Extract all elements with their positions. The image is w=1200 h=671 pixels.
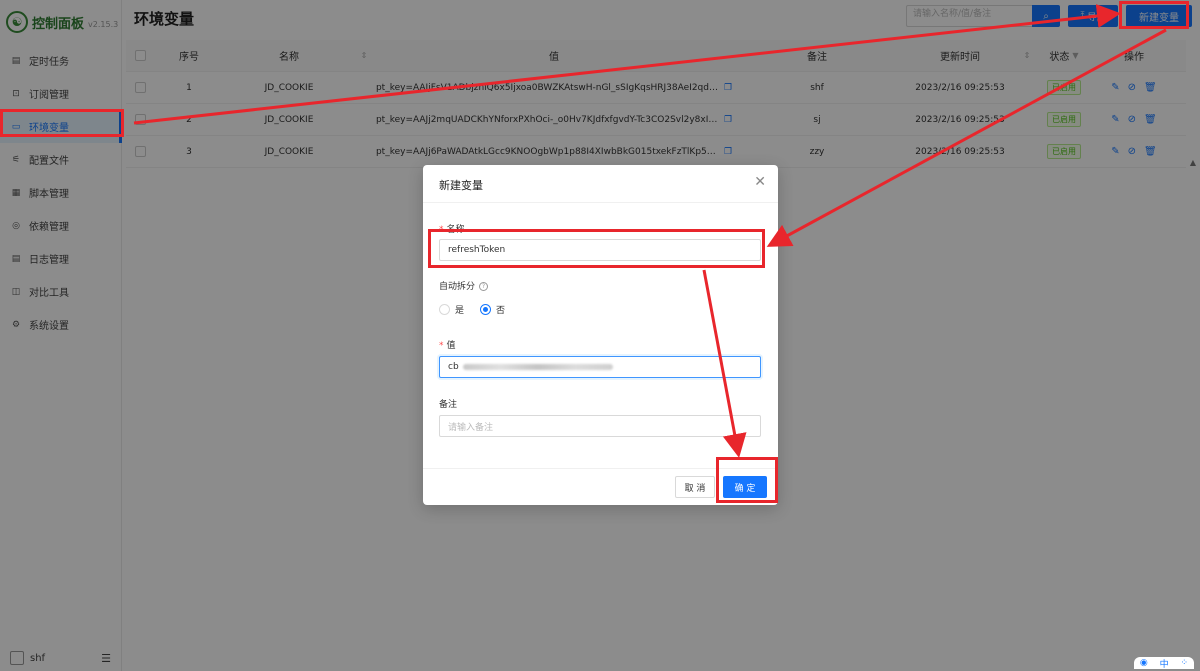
ime-language: 中	[1159, 659, 1169, 670]
annotation-box-name-input	[428, 229, 765, 268]
split-label: 自动拆分?	[439, 279, 489, 292]
annotation-box-env-menu	[0, 109, 124, 137]
value-text: cb	[448, 362, 459, 372]
ime-logo-icon: ◉	[1139, 658, 1148, 668]
close-icon[interactable]: ✕	[754, 174, 766, 190]
split-option-no[interactable]: 否	[480, 303, 505, 316]
annotation-box-ok-button	[716, 457, 778, 503]
value-input[interactable]: cb	[439, 356, 761, 378]
help-icon[interactable]: ?	[479, 282, 489, 291]
value-label: * 值	[439, 341, 456, 351]
annotation-box-new-button	[1119, 1, 1189, 29]
split-option-yes[interactable]: 是	[439, 303, 464, 316]
ime-settings-icon: ⁘	[1180, 658, 1189, 668]
remark-input[interactable]: 请输入备注	[439, 415, 761, 437]
blurred-value	[462, 364, 613, 370]
new-variable-modal: 新建变量 ✕ * 名称 refreshToken 自动拆分? 是 否 * 值 cb …	[423, 165, 778, 505]
split-radio-group: 是 否	[439, 303, 505, 316]
ime-indicator[interactable]: ◉ 中 ⁘	[1134, 657, 1194, 670]
remark-label: 备注	[439, 400, 458, 410]
modal-title: 新建变量	[439, 179, 483, 192]
modal-divider	[423, 202, 778, 203]
cancel-button[interactable]: 取 消	[675, 476, 715, 498]
